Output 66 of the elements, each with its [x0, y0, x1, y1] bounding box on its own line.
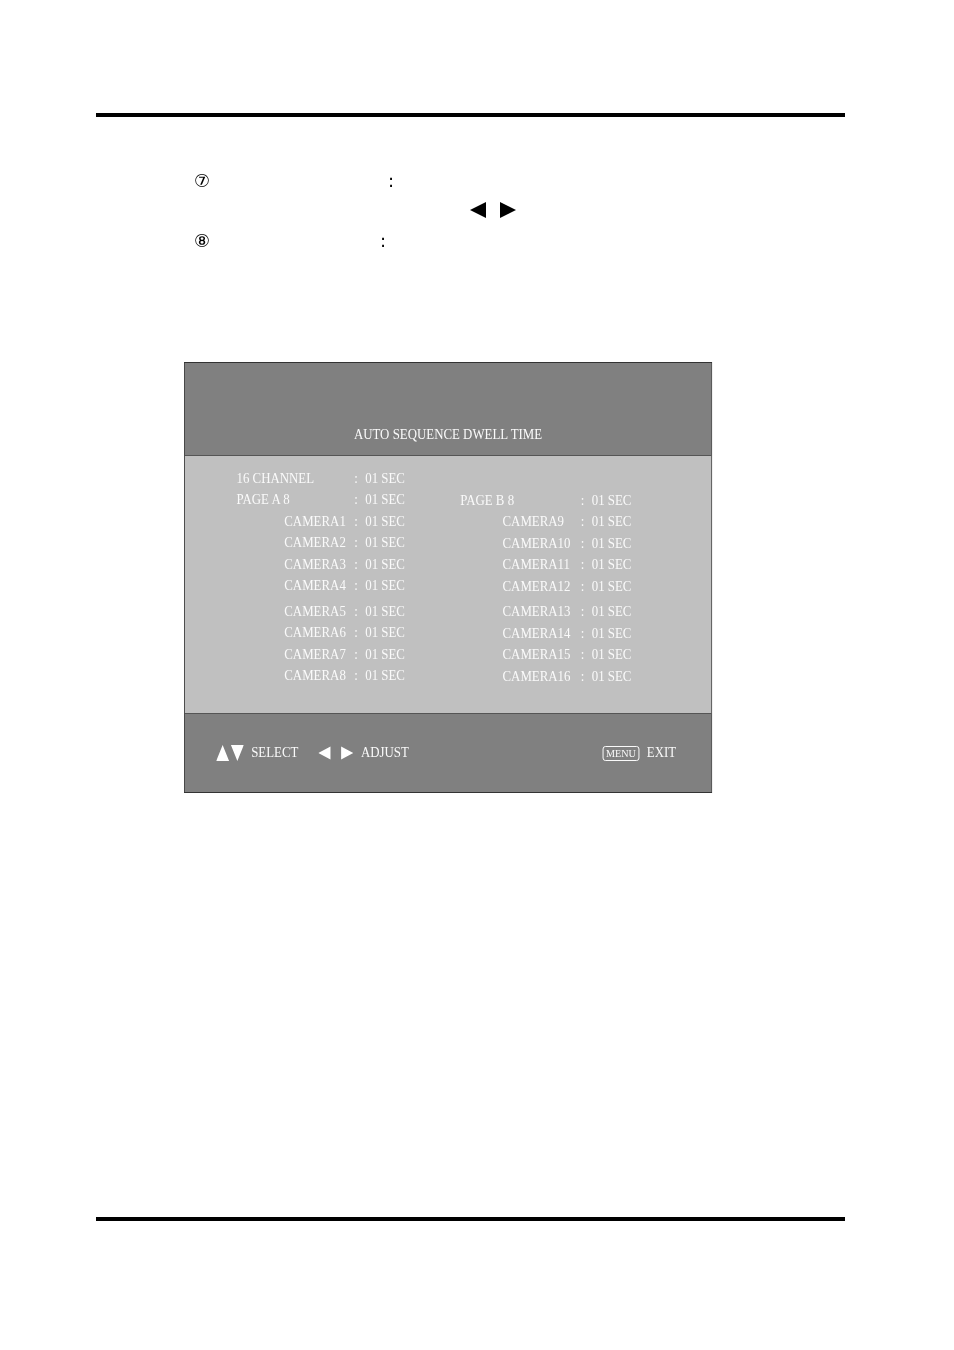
- setting-value[interactable]: 01 SEC: [591, 625, 632, 642]
- setting-label: CAMERA10: [501, 535, 572, 552]
- separator: :: [579, 492, 586, 509]
- up-down-arrows-icon: [216, 745, 244, 761]
- separator: :: [353, 556, 359, 573]
- setting-value[interactable]: 01 SEC: [591, 557, 632, 574]
- separator: :: [579, 625, 586, 642]
- setting-value[interactable]: 01 SEC: [591, 647, 632, 664]
- setting-label: CAMERA3: [283, 556, 347, 573]
- left-right-arrows-icon: [318, 746, 354, 760]
- setting-value[interactable]: 01 SEC: [365, 646, 405, 663]
- separator: :: [353, 603, 359, 620]
- separator: :: [353, 646, 359, 663]
- setting-label: CAMERA12: [501, 578, 572, 595]
- setting-value[interactable]: 01 SEC: [591, 514, 632, 531]
- setting-label: CAMERA4: [283, 578, 347, 595]
- hint-label: EXIT: [646, 745, 677, 761]
- setting-label: PAGE A 8: [236, 492, 291, 509]
- setting-value[interactable]: 01 SEC: [365, 513, 405, 530]
- setting-value[interactable]: 01 SEC: [365, 492, 405, 509]
- separator: :: [579, 578, 586, 595]
- separator: :: [353, 625, 359, 642]
- setting-label: CAMERA13: [501, 604, 572, 621]
- setting-value[interactable]: 01 SEC: [365, 470, 405, 487]
- setting-value[interactable]: 01 SEC: [591, 578, 632, 595]
- setting-label: CAMERA8: [283, 668, 347, 685]
- setting-value[interactable]: 01 SEC: [365, 556, 405, 573]
- setting-label: CAMERA5: [283, 603, 347, 620]
- setting-label: CAMERA2: [283, 535, 347, 552]
- separator: :: [353, 492, 359, 509]
- setting-label: CAMERA6: [283, 625, 347, 642]
- separator: :: [353, 535, 359, 552]
- setting-label: CAMERA9: [501, 514, 566, 531]
- setting-value[interactable]: 01 SEC: [591, 604, 632, 621]
- separator: :: [353, 578, 359, 595]
- separator: :: [579, 557, 586, 574]
- hint-label: ADJUST: [360, 745, 409, 761]
- setting-value[interactable]: 01 SEC: [365, 578, 405, 595]
- separator: :: [353, 470, 359, 487]
- setting-value[interactable]: 01 SEC: [591, 492, 632, 509]
- setting-value[interactable]: 01 SEC: [365, 625, 405, 642]
- separator: :: [353, 513, 359, 530]
- separator: :: [353, 668, 359, 685]
- step-marker: ⑧: [194, 229, 212, 251]
- setting-label: CAMERA1: [283, 513, 347, 530]
- setting-label: CAMERA14: [501, 625, 572, 642]
- separator: :: [579, 535, 586, 552]
- setting-label: CAMERA11: [501, 557, 571, 574]
- separator: :: [579, 647, 586, 664]
- setting-label: CAMERA16: [501, 668, 572, 685]
- setting-label: CAMERA7: [283, 646, 347, 663]
- hint-label: SELECT: [251, 745, 299, 761]
- separator: :: [388, 169, 395, 191]
- setting-label: 16 CHANNEL: [236, 470, 316, 487]
- setting-value[interactable]: 01 SEC: [365, 603, 405, 620]
- setting-label: CAMERA15: [501, 647, 572, 664]
- separator: :: [579, 604, 586, 621]
- separator: :: [380, 229, 387, 251]
- step-marker: ⑦: [194, 169, 212, 191]
- setting-value[interactable]: 01 SEC: [365, 668, 405, 685]
- separator: :: [579, 668, 586, 685]
- setting-value[interactable]: 01 SEC: [591, 535, 632, 552]
- setting-value[interactable]: 01 SEC: [365, 535, 405, 552]
- menu-title: AUTO SEQUENCE DWELL TIME: [353, 427, 543, 443]
- separator: :: [579, 514, 586, 531]
- setting-value[interactable]: 01 SEC: [591, 668, 632, 685]
